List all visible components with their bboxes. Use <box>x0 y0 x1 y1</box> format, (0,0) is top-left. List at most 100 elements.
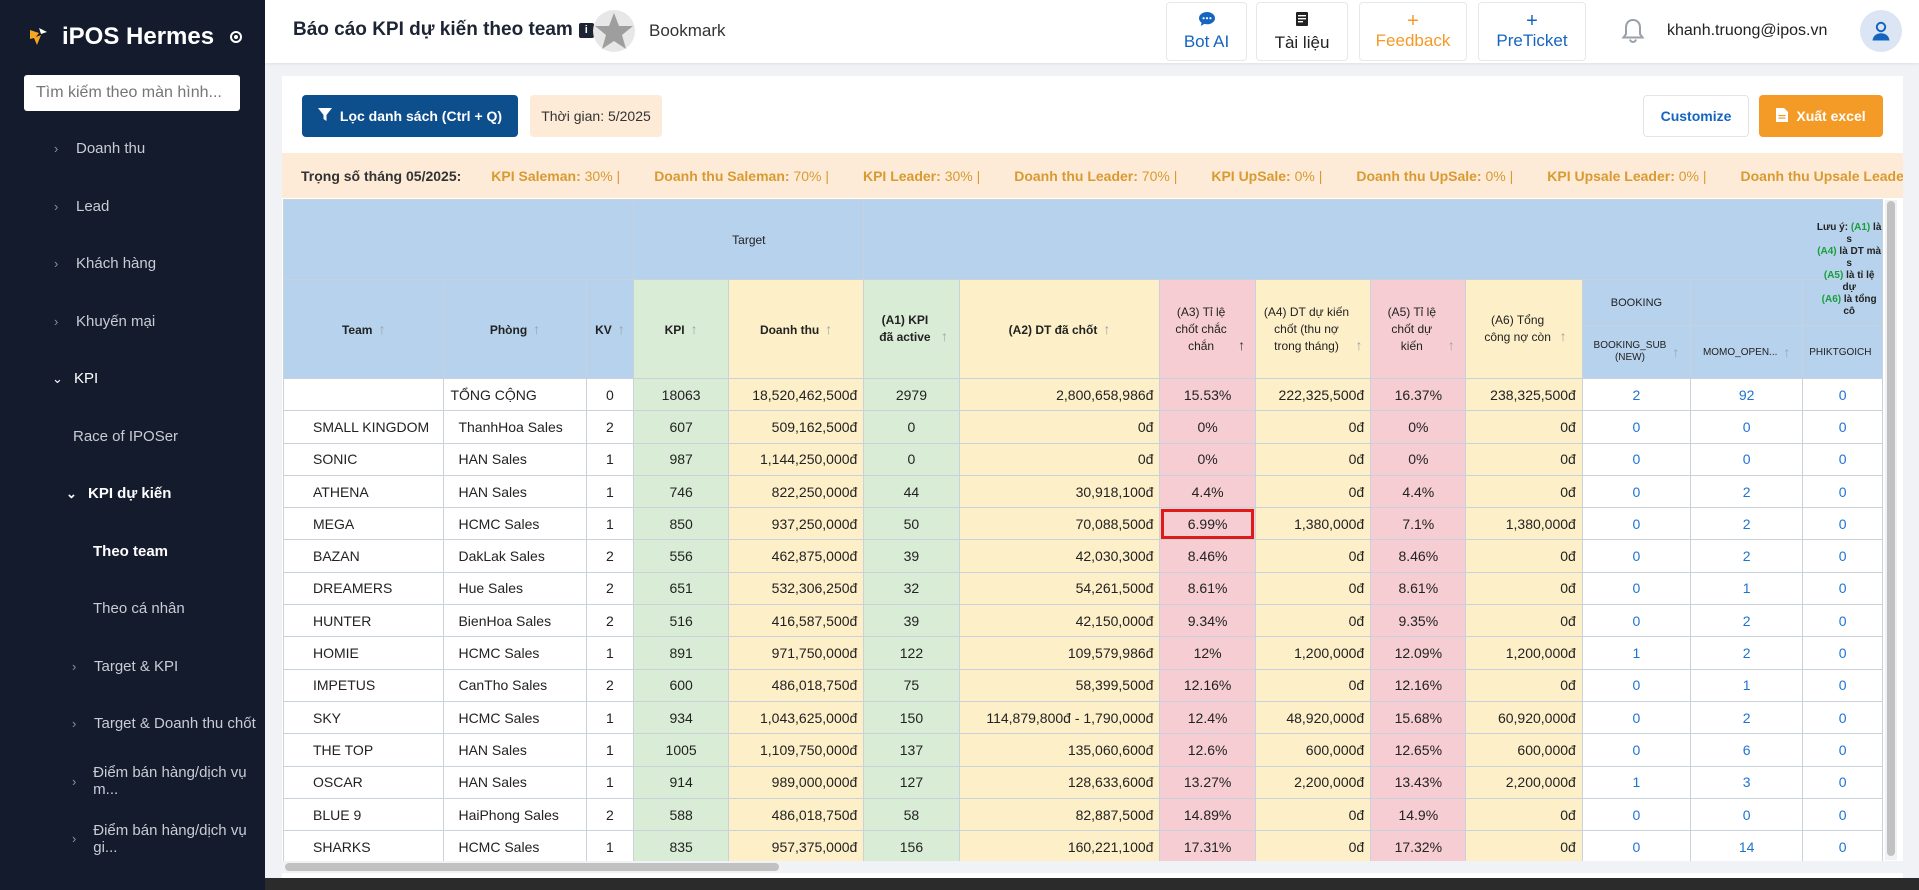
sidebar-item-diem-ban-hang-gi[interactable]: › Điểm bán hàng/dịch vụ gi... <box>0 810 265 868</box>
cell-momo-link[interactable]: 2 <box>1690 604 1804 638</box>
cell-phikt-link[interactable]: 0 <box>1802 474 1883 509</box>
cell-booking-link[interactable]: 0 <box>1581 539 1692 573</box>
cell-booking-link[interactable]: 0 <box>1581 507 1692 541</box>
docs-button[interactable]: Tài liệu <box>1256 2 1348 61</box>
sort-arrow-icon[interactable]: ↑ <box>1560 328 1567 344</box>
sidebar-item-target-kpi[interactable]: › Target & KPI <box>0 638 265 696</box>
cell-booking-link[interactable]: 0 <box>1581 668 1692 702</box>
cell-phikt-link[interactable]: 0 <box>1802 797 1883 832</box>
column-header-a5[interactable]: (A5) Tỉ lệ chốt dự kiến ↑ <box>1370 279 1467 379</box>
cell-momo-link[interactable]: 2 <box>1690 700 1804 735</box>
cell-momo-link[interactable]: 3 <box>1690 765 1804 799</box>
cell-phikt-link[interactable]: 0 <box>1802 410 1883 444</box>
cell-momo-link[interactable]: 0 <box>1690 410 1804 444</box>
sidebar-item-lead[interactable]: › Lead <box>0 178 265 236</box>
column-header-phong[interactable]: Phòng ↑ <box>443 279 587 379</box>
column-header-kv[interactable]: KV ↑ <box>585 279 635 379</box>
column-header-doanh-thu[interactable]: Doanh thu ↑ <box>727 279 865 379</box>
sort-arrow-icon[interactable]: ↑ <box>1355 337 1362 353</box>
column-header-kpi[interactable]: KPI ↑ <box>633 279 729 379</box>
cell-phikt-link[interactable]: 0 <box>1802 571 1883 606</box>
sort-arrow-icon[interactable]: ↑ <box>1238 337 1245 353</box>
cell-momo-link[interactable]: 0 <box>1690 797 1804 832</box>
radio-dot-icon[interactable] <box>230 31 243 43</box>
cell-phikt-link[interactable]: 0 <box>1802 377 1883 412</box>
cell-phikt-link[interactable]: 0 <box>1802 733 1883 767</box>
cell-phikt-link[interactable]: 0 <box>1802 442 1883 476</box>
sidebar-item-kpi-du-kien[interactable]: ⌄ KPI dự kiến <box>0 465 265 523</box>
vertical-scrollbar[interactable] <box>1885 200 1897 860</box>
cell-booking-link[interactable]: 0 <box>1581 604 1692 638</box>
cell-booking-link[interactable]: 0 <box>1581 700 1692 735</box>
sidebar-item-theo-ca-nhan[interactable]: Theo cá nhân <box>0 580 265 638</box>
sort-arrow-icon[interactable]: ↑ <box>941 328 948 344</box>
kpi-table-wrapper[interactable]: Target Lưu ý: (A1) là s (A4) là DT mà s … <box>283 199 1883 866</box>
column-header-a4[interactable]: (A4) DT dự kiến chốt (thu nợ trong tháng… <box>1254 279 1372 379</box>
cell-phikt-link[interactable]: 0 <box>1802 604 1883 638</box>
cell-momo-link[interactable]: 14 <box>1690 830 1804 864</box>
sort-arrow-icon[interactable]: ↑ <box>1103 321 1110 337</box>
sidebar-item-kpi[interactable]: ⌄ KPI <box>0 350 265 408</box>
cell-phikt-link[interactable]: 0 <box>1802 765 1883 799</box>
cell-booking-link[interactable]: 0 <box>1581 797 1692 832</box>
sort-arrow-icon[interactable]: ↑ <box>378 321 385 337</box>
sort-arrow-icon[interactable]: ↑ <box>825 321 832 337</box>
column-header-a1[interactable]: (A1) KPI đã active ↑ <box>863 279 960 379</box>
cell-booking-link[interactable]: 1 <box>1581 765 1692 799</box>
sort-arrow-icon[interactable]: ↑ <box>691 321 698 337</box>
user-email[interactable]: khanh.truong@ipos.vn <box>1667 22 1827 40</box>
cell-booking-link[interactable]: 1 <box>1581 636 1692 670</box>
cell-phikt-link[interactable]: 0 <box>1802 507 1883 541</box>
bot-ai-button[interactable]: Bot AI <box>1166 2 1247 61</box>
sort-arrow-icon[interactable]: ↑ <box>533 321 540 337</box>
cell-momo-link[interactable]: 2 <box>1690 539 1804 573</box>
preticket-button[interactable]: + PreTicket <box>1478 2 1586 61</box>
sidebar-item-doanh-thu[interactable]: › Doanh thu <box>0 120 265 178</box>
sidebar-item-diem-ban-hang-m[interactable]: › Điểm bán hàng/dịch vụ m... <box>0 753 265 811</box>
cell-momo-link[interactable]: 2 <box>1690 507 1804 541</box>
brand[interactable]: iPOS Hermes <box>0 0 265 74</box>
column-header-booking-sub[interactable]: BOOKING BOOKING_SUB (NEW) ↑ <box>1581 279 1692 379</box>
cell-booking-link[interactable]: 0 <box>1581 830 1692 864</box>
cell-booking-link[interactable]: 2 <box>1581 377 1692 412</box>
bell-icon[interactable] <box>1618 16 1648 46</box>
sort-arrow-icon[interactable]: ↑ <box>1672 345 1679 359</box>
sidebar-item-khach-hang[interactable]: › Khách hàng <box>0 235 265 293</box>
cell-momo-link[interactable]: 2 <box>1690 636 1804 670</box>
avatar[interactable] <box>1860 10 1902 52</box>
cell-booking-link[interactable]: 0 <box>1581 410 1692 444</box>
cell-momo-link[interactable]: 2 <box>1690 474 1804 509</box>
cell-phikt-link[interactable]: 0 <box>1802 830 1883 864</box>
cell-momo-link[interactable]: 1 <box>1690 668 1804 702</box>
cell-booking-link[interactable]: 0 <box>1581 442 1692 476</box>
cell-momo-link[interactable]: 92 <box>1690 377 1804 412</box>
cell-booking-link[interactable]: 0 <box>1581 571 1692 606</box>
cell-momo-link[interactable]: 6 <box>1690 733 1804 767</box>
sort-arrow-icon[interactable]: ↑ <box>1783 344 1790 360</box>
scrollbar-thumb[interactable] <box>285 863 779 871</box>
sidebar-item-khuyen-mai[interactable]: › Khuyến mại <box>0 293 265 351</box>
column-header-momo[interactable]: MOMO_OPEN... ↑ <box>1690 279 1804 379</box>
cell-booking-link[interactable]: 0 <box>1581 474 1692 509</box>
cell-phikt-link[interactable]: 0 <box>1802 668 1883 702</box>
scrollbar-thumb[interactable] <box>1887 201 1895 856</box>
sort-arrow-icon[interactable]: ↑ <box>618 321 625 337</box>
column-header-a3[interactable]: (A3) Tỉ lệ chốt chắc chắn ↑ <box>1159 279 1256 379</box>
cell-momo-link[interactable]: 0 <box>1690 442 1804 476</box>
cell-momo-link[interactable]: 1 <box>1690 571 1804 606</box>
sidebar-search-input[interactable] <box>24 75 240 111</box>
column-header-a2[interactable]: (A2) DT đã chốt ↑ <box>958 279 1161 379</box>
cell-phikt-link[interactable]: 0 <box>1802 636 1883 670</box>
column-header-a6[interactable]: (A6) Tổng công nợ còn ↑ <box>1465 279 1583 379</box>
cell-booking-link[interactable]: 0 <box>1581 733 1692 767</box>
sort-arrow-icon[interactable]: ↑ <box>1448 337 1455 353</box>
cell-phikt-link[interactable]: 0 <box>1802 539 1883 573</box>
cell-phikt-link[interactable]: 0 <box>1802 700 1883 735</box>
column-header-team[interactable]: Team ↑ <box>283 279 445 379</box>
sidebar-item-theo-team[interactable]: Theo team <box>0 523 265 581</box>
bookmark-toggle[interactable]: Bookmark <box>593 10 726 52</box>
info-icon[interactable]: i <box>578 22 594 38</box>
customize-button[interactable]: Customize <box>1643 95 1749 137</box>
horizontal-scrollbar[interactable] <box>282 861 1903 873</box>
sidebar-item-race-of-iposer[interactable]: Race of IPOSer <box>0 408 265 466</box>
